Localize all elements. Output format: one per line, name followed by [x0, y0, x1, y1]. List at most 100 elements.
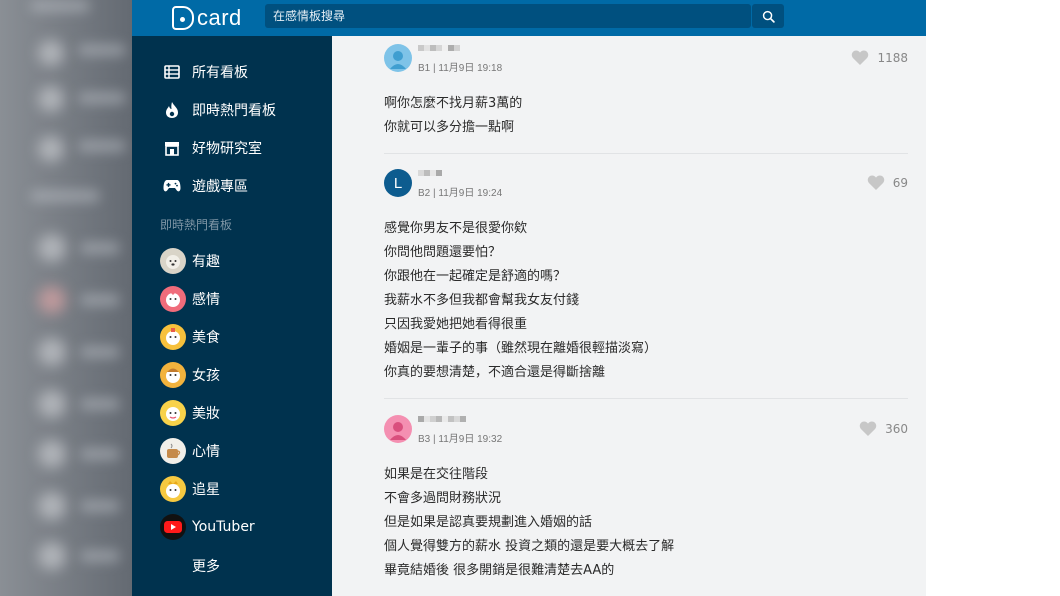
board-label: YouTuber [192, 519, 255, 535]
store-icon [162, 138, 182, 158]
blur-shape [30, 0, 90, 12]
like-counter[interactable]: 1188 [851, 50, 908, 66]
blur-shape [78, 44, 126, 56]
search-icon [762, 10, 775, 23]
board-label: 追星 [192, 482, 220, 498]
like-count: 69 [892, 176, 908, 190]
blur-shape [38, 86, 64, 112]
comment-body: 感覺你男友不是很愛你欸 你問他問題還要怕？ 你跟他在一起確定是舒適的嗎？ 我薪水… [384, 217, 657, 385]
top-header: card 在感情板搜尋 [132, 0, 926, 36]
comment-line: 啊你怎麼不找月薪3萬的 [384, 96, 523, 111]
sidebar: 所有看板 即時熱門看板 好物研究室 遊戲專區 即時熱門看板 有趣 感情 美食 女… [132, 36, 332, 596]
board-girls[interactable]: 女孩 [160, 362, 220, 388]
heart-icon [867, 175, 884, 190]
comment-line: 你問他問題還要怕？ [384, 245, 502, 260]
dcard-logo-icon [172, 6, 194, 30]
blur-shape [80, 448, 120, 460]
board-label: 美食 [192, 330, 220, 346]
nav-hot-boards[interactable]: 即時熱門看板 [162, 98, 276, 122]
comment-line: 但是如果是認真要規劃進入婚姻的話 [384, 515, 593, 530]
board-makeup[interactable]: 美妝 [160, 400, 220, 426]
like-count: 1188 [877, 51, 908, 65]
comment-meta: B1 | 11月9日 19:18 [418, 63, 503, 74]
nav-label: 所有看板 [192, 65, 248, 81]
board-food[interactable]: 美食 [160, 324, 220, 350]
food-avatar-icon [160, 324, 186, 350]
nav-game-zone[interactable]: 遊戲專區 [162, 174, 248, 198]
like-counter[interactable]: 360 [859, 421, 908, 437]
user-avatar[interactable] [384, 415, 412, 443]
nav-label: 遊戲專區 [192, 179, 248, 195]
search-button[interactable] [752, 4, 784, 28]
dog-avatar-icon [160, 248, 186, 274]
board-fandom[interactable]: 追星 [160, 476, 220, 502]
board-youtuber[interactable]: YouTuber [160, 514, 255, 540]
nav-label: 即時熱門看板 [192, 103, 276, 119]
heart-icon [859, 421, 877, 436]
blur-shape [38, 542, 66, 570]
board-label: 有趣 [192, 254, 220, 270]
comment-line: 畢竟結婚後 很多開銷是很難清楚去AA的 [384, 563, 615, 578]
more-boards-link[interactable]: 更多 [192, 556, 220, 576]
blur-shape [38, 390, 66, 418]
comment-line: 你就可以多分擔一點啊 [384, 120, 515, 135]
person-silhouette-icon [390, 422, 406, 440]
avatar-letter: L [393, 174, 403, 192]
makeup-avatar-icon [160, 400, 186, 426]
blur-shape [78, 92, 126, 104]
blurred-username [418, 170, 442, 182]
youtube-icon [160, 514, 186, 540]
blurred-username [418, 45, 460, 57]
blur-shape [38, 440, 66, 468]
screen: card 在感情板搜尋 所有看板 即時熱門看板 好物研究室 遊戲專區 即時熱門看… [0, 0, 1060, 596]
fire-icon [162, 100, 182, 120]
logo-text: card [197, 5, 242, 30]
comment-line: 我薪水不多但我都會幫我女友付錢 [384, 293, 580, 308]
user-avatar[interactable]: L [384, 169, 412, 197]
star-avatar-icon [160, 476, 186, 502]
comment-line: 不會多過問財務狀況 [384, 491, 502, 506]
list-icon [162, 62, 182, 82]
comment-meta: B3 | 11月9日 19:32 [418, 434, 503, 445]
comment-line: 只因我愛她把她看得很重 [384, 317, 528, 332]
blur-shape [78, 140, 126, 152]
comment-item: B1 | 11月9日 19:18 1188 啊你怎麼不找月薪3萬的 你就可以多分… [384, 44, 908, 154]
comment-body: 如果是在交往階段 不會多過問財務狀況 但是如果是認真要規劃進入婚姻的話 個人覺得… [384, 463, 674, 583]
comment-item: L B2 | 11月9日 19:24 69 感覺你男友不是很愛你欸 你問他問題還… [384, 169, 908, 399]
user-avatar[interactable] [384, 44, 412, 72]
comment-feed: B1 | 11月9日 19:18 1188 啊你怎麼不找月薪3萬的 你就可以多分… [332, 36, 926, 596]
dcard-logo[interactable]: card [172, 4, 242, 32]
hot-boards-heading: 即時熱門看板 [160, 218, 233, 232]
blur-shape [80, 294, 120, 306]
board-label: 感情 [192, 292, 220, 308]
comment-body: 啊你怎麼不找月薪3萬的 你就可以多分擔一點啊 [384, 92, 522, 140]
board-funny[interactable]: 有趣 [160, 248, 220, 274]
blur-shape [80, 398, 120, 410]
blurred-username [418, 416, 466, 428]
comment-line: 婚姻是一輩子的事（雖然現在離婚很輕描淡寫） [384, 341, 658, 356]
blur-shape [80, 500, 120, 512]
blur-shape [38, 338, 66, 366]
comment-item: B3 | 11月9日 19:32 360 如果是在交往階段 不會多過問財務狀況 … [384, 415, 908, 596]
blur-shape [38, 136, 64, 162]
blurred-background [0, 0, 132, 596]
nav-all-boards[interactable]: 所有看板 [162, 60, 248, 84]
board-label: 女孩 [192, 368, 220, 384]
heart-icon [852, 50, 869, 65]
board-mood[interactable]: 心情 [160, 438, 220, 464]
comment-line: 個人覺得雙方的薪水 投資之類的還是要大概去了解 [384, 539, 675, 554]
blur-shape [38, 286, 66, 314]
blur-shape [80, 242, 120, 254]
search-input[interactable]: 在感情板搜尋 [265, 4, 751, 28]
mood-avatar-icon [160, 438, 186, 464]
comment-line: 你真的要想清楚，不適合還是得斷捨離 [384, 365, 606, 380]
nav-label: 好物研究室 [192, 141, 262, 157]
girl-avatar-icon [160, 362, 186, 388]
comment-line: 如果是在交往階段 [384, 467, 489, 482]
like-counter[interactable]: 69 [867, 175, 908, 191]
comment-meta: B2 | 11月9日 19:24 [418, 188, 503, 199]
blur-shape [80, 346, 120, 358]
board-relationship[interactable]: 感情 [160, 286, 220, 312]
blur-shape [30, 190, 100, 202]
nav-goods-lab[interactable]: 好物研究室 [162, 136, 262, 160]
